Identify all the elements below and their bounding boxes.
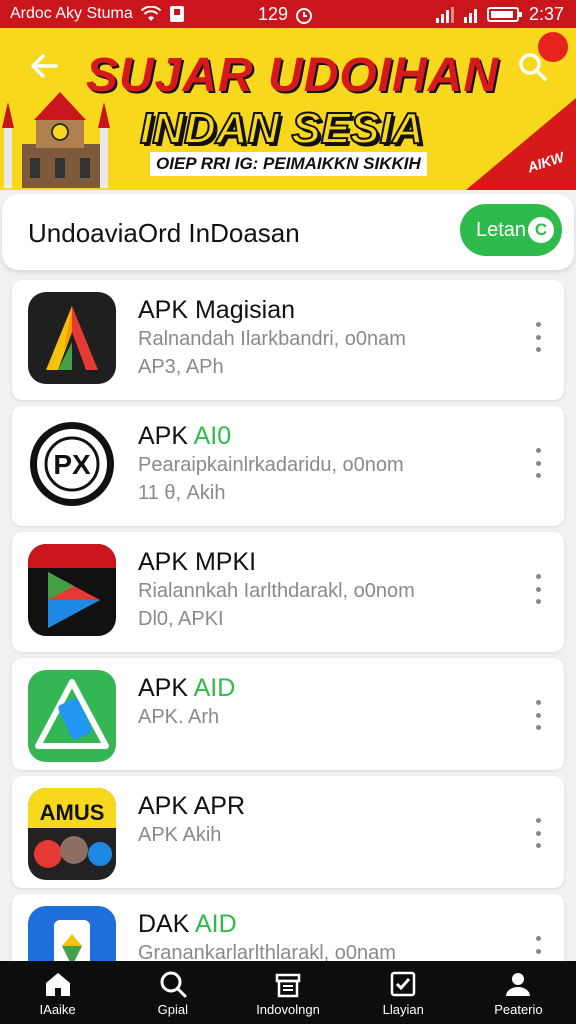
checkbox-icon	[390, 971, 416, 996]
nav-label: IAaike	[39, 1001, 76, 1017]
search-card: UndoaviaOrd InDoasan Letan C	[2, 194, 574, 270]
circle-c-icon: C	[528, 217, 554, 243]
nav-item-search[interactable]: Gpial	[115, 961, 230, 1024]
banner-red-corner	[466, 98, 576, 190]
svg-text:AMUS: AMUS	[40, 800, 105, 825]
app-name: APK APR	[138, 792, 245, 820]
profile-icon	[506, 972, 531, 996]
nav-label: Indovolngn	[256, 1001, 320, 1017]
status-center-value: 129	[258, 4, 289, 24]
back-arrow-icon[interactable]	[28, 50, 60, 91]
nav-label: Gpial	[157, 1001, 188, 1017]
search-card-button-label: Letan	[476, 218, 527, 241]
more-options-icon[interactable]	[532, 448, 544, 478]
app-meta: Dl0, APKI	[138, 608, 224, 630]
search-icon[interactable]	[518, 52, 548, 82]
search-card-text[interactable]: UndoaviaOrd InDoasan	[28, 218, 300, 249]
red-a-logo-icon	[28, 292, 116, 384]
app-name: APK AI0	[138, 422, 232, 450]
status-bar: Ardoc Aky Stuma 129 2:37	[0, 0, 576, 28]
promo-banner: SUJAR UDOIHAN INDAN SESIA OIEP RRI IG: P…	[0, 28, 576, 190]
app-list-item[interactable]: APK Magisian Ralnandah Ilarkbandri, o0na…	[12, 280, 564, 400]
app-list-item[interactable]: PX APK AI0 Pearaipkainlrkadaridu, o0nom …	[12, 406, 564, 526]
battery-icon	[486, 7, 522, 22]
apk-arrow-icon	[28, 544, 116, 636]
green-triangle-icon	[28, 670, 116, 762]
nav-item-tasks[interactable]: Llayian	[346, 961, 461, 1024]
carrier-name: Ardoc Aky Stuma	[10, 5, 133, 22]
app-name: DAK AID	[138, 910, 237, 938]
app-description: APK. Arh	[138, 706, 220, 728]
pk-badge-icon: PX	[28, 418, 116, 510]
app-description: Rialannkah Iarlthdarakl, o0nom	[138, 580, 415, 602]
search-card-button[interactable]: Letan C	[460, 204, 562, 256]
notification-icon	[169, 6, 184, 22]
bottom-navigation: IAaike Gpial Indovolngn Llayian Peaterio	[0, 961, 576, 1024]
alarm-icon	[296, 7, 313, 24]
nav-item-profile[interactable]: Peaterio	[461, 961, 576, 1024]
banner-subtitle: OIEP RRI IG: PEIMAIKKN SIKKIH	[150, 152, 427, 176]
search-icon	[160, 971, 187, 997]
more-options-icon[interactable]	[532, 818, 544, 848]
app-name: APK Magisian	[138, 296, 296, 324]
nav-item-archive[interactable]: Indovolngn	[230, 961, 345, 1024]
nav-label: Llayian	[382, 1001, 424, 1017]
app-name: APK AID	[138, 674, 236, 702]
app-description: Pearaipkainlrkadaridu, o0nom	[138, 454, 404, 476]
status-time: 2:37	[528, 4, 564, 24]
signal-icon	[435, 6, 454, 23]
app-list-item[interactable]: APK AID APK. Arh	[12, 658, 564, 770]
banner-title-line1: SUJAR UDOIHAN	[86, 49, 500, 102]
wifi-icon	[140, 6, 161, 21]
amus-poster-icon: AMUS	[28, 788, 116, 880]
app-description: Ralnandah Ilarkbandri, o0nam	[138, 328, 406, 350]
home-icon	[45, 972, 70, 996]
app-description: APK Akih	[138, 824, 222, 846]
app-list-item[interactable]: AMUS APK APR APK Akih	[12, 776, 564, 888]
more-options-icon[interactable]	[532, 322, 544, 352]
nav-label: Peaterio	[494, 1001, 543, 1017]
app-name: APK MPKI	[138, 548, 257, 576]
app-meta: 11 θ, Akih	[138, 482, 226, 504]
signal-strength-icon	[463, 7, 477, 23]
monument-icon	[2, 92, 110, 188]
banner-title-line2: INDAN SESIA	[139, 103, 425, 154]
archive-icon	[275, 973, 301, 997]
svg-text:PX: PX	[53, 449, 91, 480]
app-list-item[interactable]: APK MPKI Rialannkah Iarlthdarakl, o0nom …	[12, 532, 564, 652]
app-meta: AP3, APh	[138, 356, 224, 378]
nav-item-home[interactable]: IAaike	[0, 961, 115, 1024]
more-options-icon[interactable]	[532, 700, 544, 730]
more-options-icon[interactable]	[532, 574, 544, 604]
